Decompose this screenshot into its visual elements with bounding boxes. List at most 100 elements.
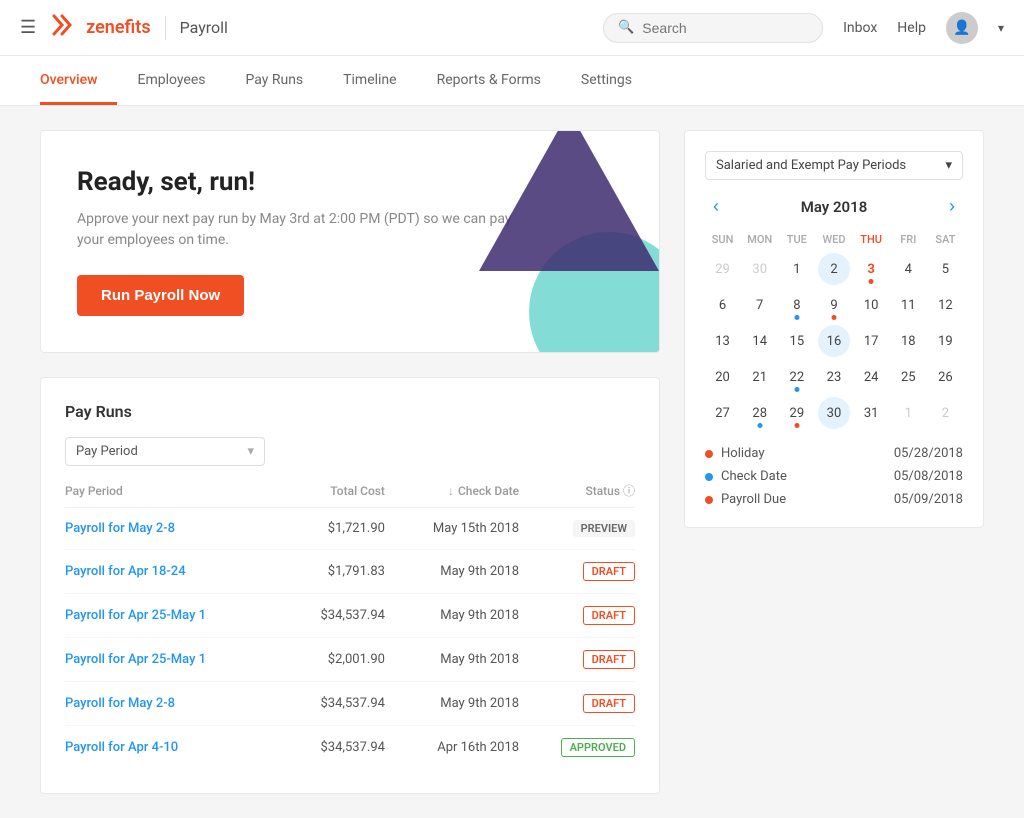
calendar-day[interactable]: 29	[707, 253, 739, 285]
col-pay-period: Pay Period	[65, 474, 285, 508]
pay-period-filter[interactable]: Pay Period ▾	[65, 437, 265, 466]
calendar-day[interactable]: 20	[707, 361, 739, 393]
calendar-day[interactable]: 22	[781, 361, 813, 393]
calendar-day[interactable]: 30	[744, 253, 776, 285]
help-link[interactable]: Help	[897, 20, 926, 36]
hero-decoration	[479, 131, 659, 352]
calendar-day[interactable]: 6	[707, 289, 739, 321]
calendar-next-button[interactable]: ›	[941, 196, 963, 217]
calendar-day[interactable]: 10	[855, 289, 887, 321]
calendar-day[interactable]: 24	[855, 361, 887, 393]
nav-tabs: Overview Employees Pay Runs Timeline Rep…	[0, 56, 1024, 106]
pay-run-link[interactable]: Payroll for Apr 25-May 1	[65, 608, 206, 623]
cell-check-date: May 15th 2018	[385, 508, 519, 550]
right-panel: Salaried and Exempt Pay Periods ▾ ‹ May …	[684, 130, 984, 794]
logo-text: zenefits	[86, 17, 150, 38]
calendar-day[interactable]: 27	[707, 397, 739, 429]
status-badge: PREVIEW	[573, 520, 635, 537]
calendar-dropdown-label: Salaried and Exempt Pay Periods	[716, 158, 906, 173]
tab-overview[interactable]: Overview	[40, 56, 117, 105]
calendar-day[interactable]: 30	[818, 397, 850, 429]
calendar-day[interactable]: 26	[929, 361, 961, 393]
calendar-day[interactable]: 13	[707, 325, 739, 357]
search-box[interactable]: 🔍	[603, 13, 823, 43]
table-row: Payroll for May 2-8 $1,721.90 May 15th 2…	[65, 508, 635, 550]
calendar-day[interactable]: 4	[892, 253, 924, 285]
tab-employees[interactable]: Employees	[117, 56, 225, 105]
calendar-day[interactable]: 2	[929, 397, 961, 429]
calendar-day[interactable]: 9	[818, 289, 850, 321]
inbox-link[interactable]: Inbox	[843, 20, 877, 36]
blue-dot-icon	[794, 315, 799, 320]
calendar-day-header: SAT	[928, 229, 963, 250]
calendar-day[interactable]: 23	[818, 361, 850, 393]
calendar-day[interactable]: 19	[929, 325, 961, 357]
calendar-day[interactable]: 31	[855, 397, 887, 429]
cell-status: DRAFT	[519, 594, 635, 638]
calendar-day[interactable]: 17	[855, 325, 887, 357]
pay-run-link[interactable]: Payroll for Apr 25-May 1	[65, 652, 206, 667]
hero-card: Ready, set, run! Approve your next pay r…	[40, 130, 660, 353]
red-dot-icon	[831, 315, 836, 320]
cell-check-date: May 9th 2018	[385, 550, 519, 594]
calendar-day[interactable]: 16	[818, 325, 850, 357]
calendar-day[interactable]: 18	[892, 325, 924, 357]
calendar-day[interactable]: 28	[744, 397, 776, 429]
calendar-day-header: MON	[742, 229, 777, 250]
cell-pay-period: Payroll for May 2-8	[65, 682, 285, 726]
deco-triangle	[479, 131, 659, 271]
cell-total-cost: $1,721.90	[285, 508, 385, 550]
avatar: 👤	[946, 12, 978, 44]
status-badge: APPROVED	[561, 738, 635, 757]
cell-check-date: May 9th 2018	[385, 594, 519, 638]
calendar-day[interactable]: 14	[744, 325, 776, 357]
cell-status: DRAFT	[519, 682, 635, 726]
legend-label: Check Date	[721, 469, 787, 484]
cell-pay-period: Payroll for Apr 4-10	[65, 726, 285, 770]
avatar-caret-icon[interactable]: ▾	[998, 21, 1004, 35]
calendar-day[interactable]: 12	[929, 289, 961, 321]
calendar-dropdown-caret-icon: ▾	[945, 158, 952, 173]
calendar-day[interactable]: 15	[781, 325, 813, 357]
cell-total-cost: $1,791.83	[285, 550, 385, 594]
calendar-day[interactable]: 1	[892, 397, 924, 429]
blue-dot-icon	[794, 387, 799, 392]
calendar-day[interactable]: 3	[855, 253, 887, 285]
run-payroll-button[interactable]: Run Payroll Now	[77, 275, 244, 316]
table-row: Payroll for May 2-8 $34,537.94 May 9th 2…	[65, 682, 635, 726]
cell-status: DRAFT	[519, 550, 635, 594]
hamburger-menu[interactable]: ☰	[20, 17, 36, 38]
tab-reports-forms[interactable]: Reports & Forms	[417, 56, 561, 105]
calendar-day[interactable]: 5	[929, 253, 961, 285]
calendar-day[interactable]: 29	[781, 397, 813, 429]
table-toolbar: Pay Period ▾	[65, 437, 635, 466]
blue-legend-dot-icon	[705, 473, 713, 481]
pay-run-link[interactable]: Payroll for Apr 18-24	[65, 564, 186, 579]
red-dot-icon	[869, 279, 874, 284]
search-input[interactable]	[642, 20, 808, 36]
calendar-day[interactable]: 7	[744, 289, 776, 321]
calendar-prev-button[interactable]: ‹	[705, 196, 727, 217]
calendar-card: Salaried and Exempt Pay Periods ▾ ‹ May …	[684, 130, 984, 528]
col-check-date: ↓Check Date	[385, 474, 519, 508]
app-title: Payroll	[180, 18, 228, 37]
calendar-dropdown[interactable]: Salaried and Exempt Pay Periods ▾	[705, 151, 963, 180]
pay-run-link[interactable]: Payroll for Apr 4-10	[65, 740, 178, 755]
table-row: Payroll for Apr 4-10 $34,537.94 Apr 16th…	[65, 726, 635, 770]
calendar-day[interactable]: 25	[892, 361, 924, 393]
tab-pay-runs[interactable]: Pay Runs	[225, 56, 323, 105]
calendar-day[interactable]: 8	[781, 289, 813, 321]
calendar-day[interactable]: 11	[892, 289, 924, 321]
table-row: Payroll for Apr 25-May 1 $34,537.94 May …	[65, 594, 635, 638]
calendar-day[interactable]: 1	[781, 253, 813, 285]
pay-run-link[interactable]: Payroll for May 2-8	[65, 696, 175, 711]
cell-status: DRAFT	[519, 638, 635, 682]
pay-run-link[interactable]: Payroll for May 2-8	[65, 521, 175, 536]
logo: zenefits	[52, 14, 150, 42]
tab-settings[interactable]: Settings	[561, 56, 652, 105]
tab-timeline[interactable]: Timeline	[323, 56, 416, 105]
calendar-day[interactable]: 21	[744, 361, 776, 393]
calendar-day[interactable]: 2	[818, 253, 850, 285]
legend-date: 05/09/2018	[894, 492, 963, 507]
status-badge: DRAFT	[583, 606, 635, 625]
